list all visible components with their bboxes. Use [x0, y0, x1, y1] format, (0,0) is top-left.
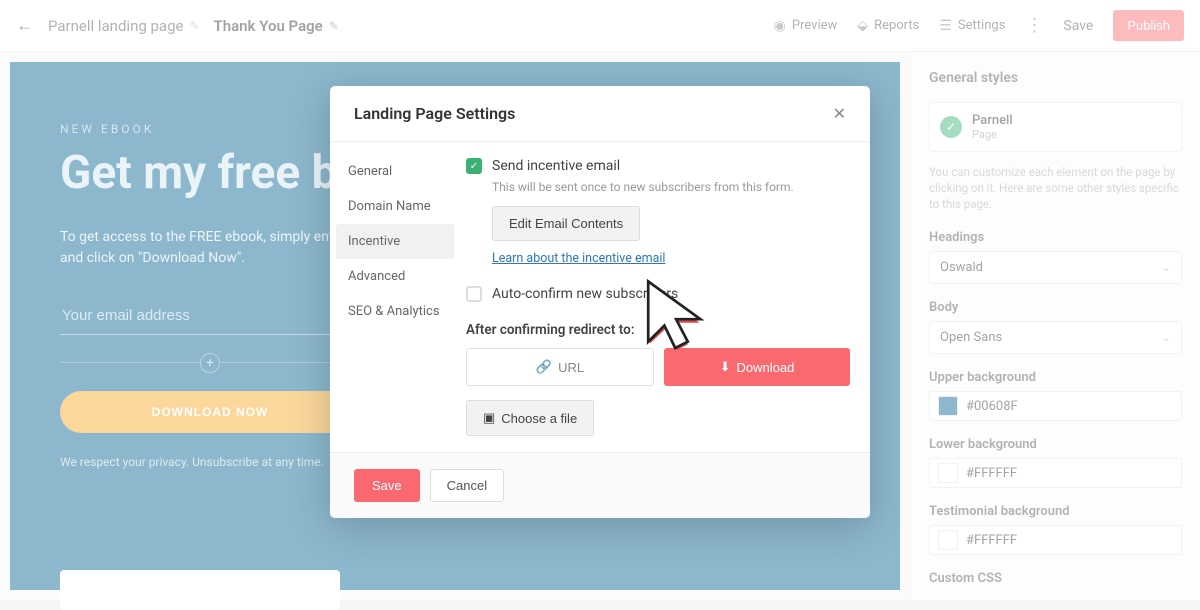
send-incentive-hint: This will be sent once to new subscriber… — [492, 180, 850, 194]
download-icon: ⬇ — [720, 359, 731, 375]
image-icon: ▣ — [483, 410, 495, 426]
send-incentive-checkbox[interactable]: ✓ — [466, 158, 482, 174]
modal-save-button[interactable]: Save — [354, 469, 420, 502]
modal-cancel-button[interactable]: Cancel — [430, 469, 504, 502]
download-option-label: Download — [737, 360, 795, 375]
tab-general[interactable]: General — [330, 154, 460, 189]
tab-incentive[interactable]: Incentive — [336, 224, 454, 259]
redirect-label: After confirming redirect to: — [466, 322, 850, 338]
learn-incentive-link[interactable]: Learn about the incentive email — [492, 251, 665, 266]
tab-seo[interactable]: SEO & Analytics — [330, 294, 460, 329]
url-option-label: URL — [558, 360, 584, 375]
modal-tabs: General Domain Name Incentive Advanced S… — [330, 142, 460, 452]
auto-confirm-checkbox[interactable] — [466, 286, 482, 302]
choose-file-button[interactable]: ▣ Choose a file — [466, 400, 594, 436]
modal-footer: Save Cancel — [330, 452, 870, 518]
tab-domain[interactable]: Domain Name — [330, 189, 460, 224]
download-option-button[interactable]: ⬇ Download — [664, 348, 850, 386]
send-incentive-label: Send incentive email — [492, 158, 620, 174]
modal-header: Landing Page Settings ✕ — [330, 86, 870, 142]
close-icon[interactable]: ✕ — [833, 104, 846, 123]
choose-file-label: Choose a file — [501, 411, 577, 426]
link-icon: 🔗 — [536, 359, 552, 375]
edit-email-button[interactable]: Edit Email Contents — [492, 206, 640, 241]
tab-advanced[interactable]: Advanced — [330, 259, 460, 294]
modal-title: Landing Page Settings — [354, 104, 515, 123]
modal-content: ✓ Send incentive email This will be sent… — [460, 142, 870, 452]
settings-modal: Landing Page Settings ✕ General Domain N… — [330, 86, 870, 518]
url-option-button[interactable]: 🔗 URL — [466, 348, 654, 386]
auto-confirm-label: Auto-confirm new subscribers — [492, 286, 678, 302]
